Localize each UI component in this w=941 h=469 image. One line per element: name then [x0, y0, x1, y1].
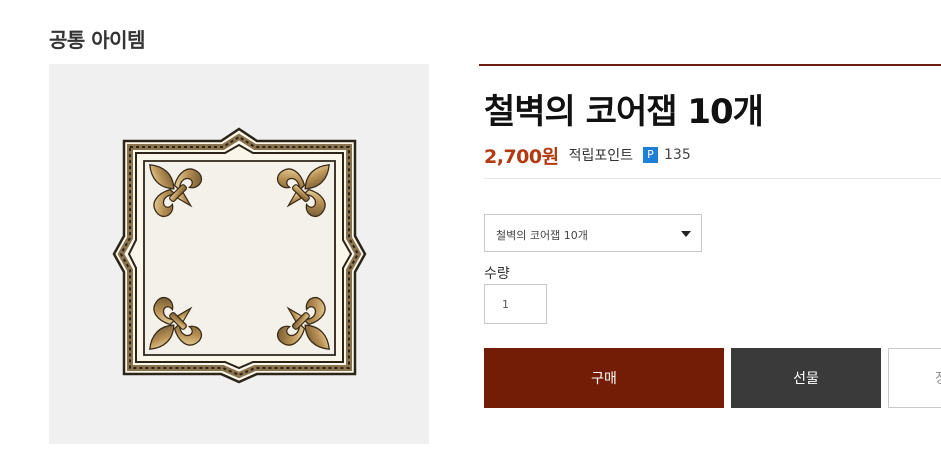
price-divider [484, 178, 941, 179]
top-divider [479, 64, 941, 66]
price-row: 2,700원 적립포인트 P 135 [484, 142, 691, 168]
product-title: 철벽의 코어잽 10개 [484, 92, 764, 132]
price: 2,700원 [484, 145, 559, 168]
quantity-label: 수량 [484, 266, 510, 282]
chevron-down-icon [681, 231, 691, 237]
quantity-input[interactable] [484, 284, 547, 324]
option-select[interactable]: 철벽의 코어잽 10개 [484, 214, 702, 252]
product-image [49, 64, 429, 444]
cart-button[interactable]: 장 [888, 348, 941, 408]
points-value: 135 [664, 147, 691, 163]
ornate-frame-icon [112, 127, 367, 384]
points-label: 적립포인트 [568, 148, 633, 164]
category-title: 공통 아이템 [49, 28, 145, 52]
option-select-value: 철벽의 코어잽 10개 [496, 229, 588, 242]
gift-button[interactable]: 선물 [731, 348, 881, 408]
buy-button[interactable]: 구매 [484, 348, 724, 408]
points-icon: P [643, 147, 658, 163]
